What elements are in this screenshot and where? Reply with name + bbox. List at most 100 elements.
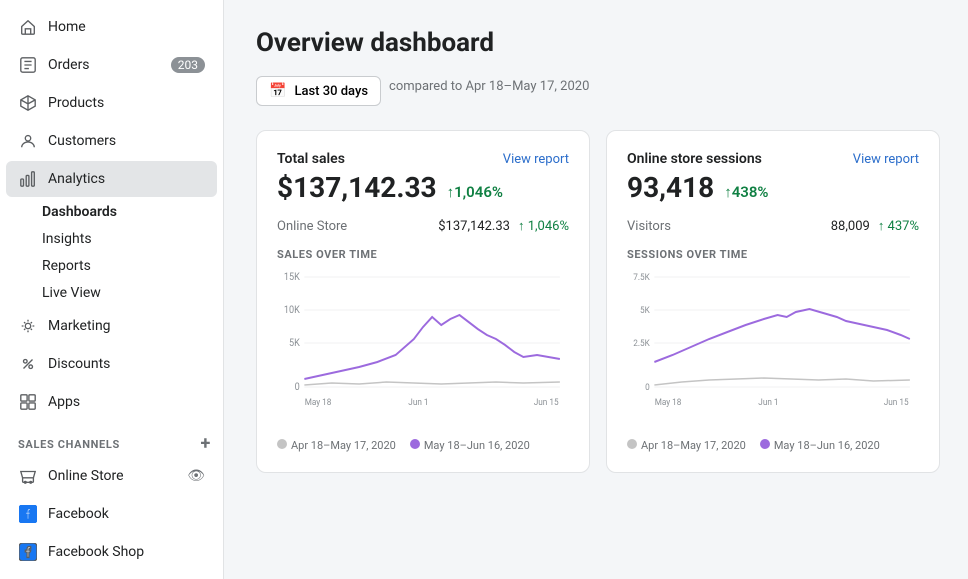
sales-channels-header: SALES CHANNELS + xyxy=(0,421,223,457)
card2-title: Online store sessions xyxy=(627,151,762,167)
filter-row: 📅 Last 30 days compared to Apr 18–May 17… xyxy=(256,76,940,112)
apps-icon xyxy=(18,392,38,412)
svg-text:15K: 15K xyxy=(284,272,300,283)
sidebar-item-analytics-label: Analytics xyxy=(48,171,205,187)
online-store-eye-icon: 👁 xyxy=(187,468,205,484)
card1-value: $137,142.33 xyxy=(277,171,437,204)
svg-text:Jun 15: Jun 15 xyxy=(884,398,909,408)
orders-badge: 203 xyxy=(171,57,205,73)
svg-text:May 18: May 18 xyxy=(305,398,332,408)
sidebar-item-facebook[interactable]: Facebook xyxy=(6,496,217,532)
compare-text: compared to Apr 18–May 17, 2020 xyxy=(389,79,589,94)
card1-legend: Apr 18–May 17, 2020 May 18–Jun 16, 2020 xyxy=(277,439,569,452)
sidebar-item-marketing[interactable]: Marketing xyxy=(6,308,217,344)
subnav-insights[interactable]: Insights xyxy=(42,226,217,252)
card2-chart: 7.5K 5K 2.5K 0 May 18 Jun 1 Jun 15 xyxy=(627,267,919,427)
cards-row: Total sales View report $137,142.33 ↑1,0… xyxy=(256,130,940,473)
sidebar: Home Orders 203 Products Customers Analy… xyxy=(0,0,224,579)
subnav-liveview[interactable]: Live View xyxy=(42,280,217,306)
sidebar-item-facebook-shop[interactable]: Facebook Shop xyxy=(6,534,217,570)
card2-detail: Visitors 88,009 ↑ 437% xyxy=(627,218,919,234)
home-icon xyxy=(18,17,38,37)
main-content: Overview dashboard 📅 Last 30 days compar… xyxy=(224,0,968,579)
card1-chart-area: 15K 10K 5K 0 May 18 Jun 1 Jun 15 Apr 18–… xyxy=(277,267,569,452)
sidebar-item-instagram[interactable]: Instagram xyxy=(6,572,217,579)
card1-detail-change: ↑ 1,046% xyxy=(518,218,569,234)
card1-chart-label: SALES OVER TIME xyxy=(277,248,569,261)
products-icon xyxy=(18,93,38,113)
card1-detail: Online Store $137,142.33 ↑ 1,046% xyxy=(277,218,569,234)
sidebar-item-facebook-label: Facebook xyxy=(48,506,205,522)
card2-change: ↑438% xyxy=(724,183,768,201)
svg-text:2.5K: 2.5K xyxy=(633,339,650,349)
card2-chart-label: SESSIONS OVER TIME xyxy=(627,248,919,261)
sidebar-item-customers-label: Customers xyxy=(48,133,205,149)
card2-view-report-link[interactable]: View report xyxy=(853,152,919,167)
sidebar-item-discounts[interactable]: Discounts xyxy=(6,346,217,382)
card2-header: Online store sessions View report xyxy=(627,151,919,167)
subnav-dashboards[interactable]: Dashboards xyxy=(42,199,217,225)
total-sales-card: Total sales View report $137,142.33 ↑1,0… xyxy=(256,130,590,473)
svg-text:7.5K: 7.5K xyxy=(633,273,650,283)
customers-icon xyxy=(18,131,38,151)
card1-chart: 15K 10K 5K 0 May 18 Jun 1 Jun 15 xyxy=(277,267,569,427)
card1-legend-curr: May 18–Jun 16, 2020 xyxy=(410,439,530,452)
sidebar-item-home-label: Home xyxy=(48,19,205,35)
card2-value-row: 93,418 ↑438% xyxy=(627,171,919,206)
date-filter-button[interactable]: 📅 Last 30 days xyxy=(256,76,381,106)
svg-text:5K: 5K xyxy=(640,306,650,316)
card2-legend-curr: May 18–Jun 16, 2020 xyxy=(760,439,880,452)
sessions-card: Online store sessions View report 93,418… xyxy=(606,130,940,473)
card1-header: Total sales View report xyxy=(277,151,569,167)
card2-chart-area: 7.5K 5K 2.5K 0 May 18 Jun 1 Jun 15 Apr 1… xyxy=(627,267,919,452)
card2-detail-change: ↑ 437% xyxy=(878,218,919,234)
card2-detail-value: 88,009 xyxy=(831,219,870,234)
card1-view-report-link[interactable]: View report xyxy=(503,152,569,167)
card1-detail-label: Online Store xyxy=(277,219,430,234)
sidebar-item-marketing-label: Marketing xyxy=(48,318,205,334)
svg-text:Jun 1: Jun 1 xyxy=(408,398,428,408)
sidebar-item-online-store[interactable]: Online Store 👁 xyxy=(6,458,217,494)
sidebar-item-analytics[interactable]: Analytics xyxy=(6,161,217,197)
store-icon xyxy=(18,466,38,486)
svg-text:5K: 5K xyxy=(289,338,300,349)
date-filter-label: Last 30 days xyxy=(294,84,368,99)
sidebar-item-customers[interactable]: Customers xyxy=(6,123,217,159)
svg-text:0: 0 xyxy=(645,383,650,393)
sidebar-item-products[interactable]: Products xyxy=(6,85,217,121)
card1-detail-value: $137,142.33 xyxy=(438,219,510,234)
sidebar-item-facebook-shop-label: Facebook Shop xyxy=(48,544,205,560)
calendar-icon: 📅 xyxy=(269,83,286,99)
card2-legend-prev: Apr 18–May 17, 2020 xyxy=(627,439,746,452)
orders-icon xyxy=(18,55,38,75)
sidebar-item-orders-label: Orders xyxy=(48,57,161,73)
sidebar-item-products-label: Products xyxy=(48,95,205,111)
card1-change: ↑1,046% xyxy=(447,183,503,201)
svg-text:Jun 1: Jun 1 xyxy=(758,398,778,408)
subnav-reports[interactable]: Reports xyxy=(42,253,217,279)
sidebar-item-online-store-label: Online Store xyxy=(48,468,177,484)
discounts-icon xyxy=(18,354,38,374)
svg-text:May 18: May 18 xyxy=(655,398,682,408)
facebook-icon xyxy=(18,504,38,524)
card2-legend: Apr 18–May 17, 2020 May 18–Jun 16, 2020 xyxy=(627,439,919,452)
add-sales-channel-button[interactable]: + xyxy=(201,435,211,453)
page-title: Overview dashboard xyxy=(256,28,940,58)
facebook-shop-icon xyxy=(18,542,38,562)
card2-detail-label: Visitors xyxy=(627,219,823,234)
svg-text:10K: 10K xyxy=(284,305,300,316)
sidebar-item-discounts-label: Discounts xyxy=(48,356,205,372)
svg-text:0: 0 xyxy=(295,382,300,393)
card1-value-row: $137,142.33 ↑1,046% xyxy=(277,171,569,206)
sidebar-item-home[interactable]: Home xyxy=(6,9,217,45)
card1-legend-prev: Apr 18–May 17, 2020 xyxy=(277,439,396,452)
analytics-subnav: Dashboards Insights Reports Live View xyxy=(0,198,223,307)
card1-title: Total sales xyxy=(277,151,345,167)
marketing-icon xyxy=(18,316,38,336)
analytics-icon xyxy=(18,169,38,189)
sidebar-item-apps[interactable]: Apps xyxy=(6,384,217,420)
sidebar-item-orders[interactable]: Orders 203 xyxy=(6,47,217,83)
sidebar-item-apps-label: Apps xyxy=(48,394,205,410)
card2-value: 93,418 xyxy=(627,171,714,204)
svg-text:Jun 15: Jun 15 xyxy=(534,398,559,408)
